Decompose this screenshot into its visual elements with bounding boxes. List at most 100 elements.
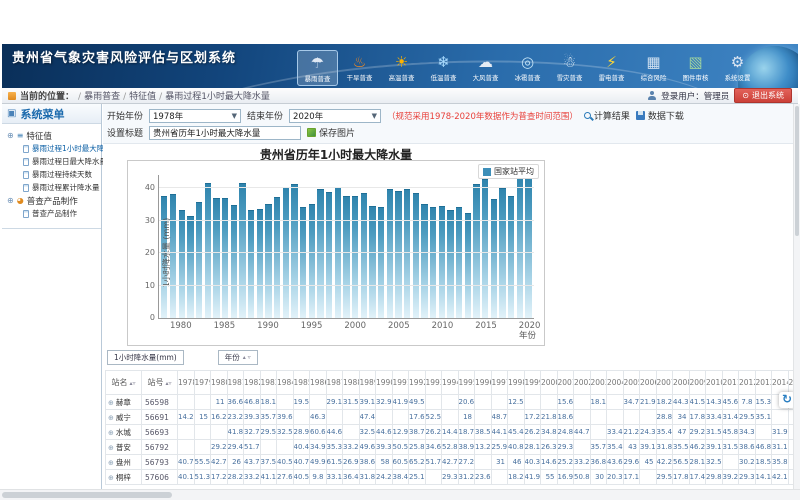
column-header-year[interactable]: 1985 — [293, 371, 310, 395]
value-cell: 21.8 — [541, 410, 558, 425]
save-image-button[interactable]: 保存图片 — [307, 126, 355, 139]
logout-button[interactable]: ⊙ 退出系统 — [734, 88, 792, 103]
sidebar-item[interactable]: 暴雨过程累计降水量 — [4, 181, 99, 194]
sort-icons: ▴▿ — [128, 380, 136, 387]
calc-result-button[interactable]: 计算结果 — [584, 109, 630, 122]
chart-bar — [404, 189, 410, 318]
value-cell: 32.5 — [359, 425, 376, 440]
column-header-year[interactable]: 1998 — [508, 371, 525, 395]
column-header-year[interactable]: 1994 — [442, 371, 459, 395]
collapse-icon[interactable]: ⊕ — [7, 197, 14, 205]
column-header-year[interactable]: 2009 — [689, 371, 706, 395]
column-header-year[interactable]: 1997 — [491, 371, 508, 395]
column-header-year[interactable]: 1983 — [260, 371, 277, 395]
nav-item-雷电普查[interactable]: ⚡雷电普查 — [591, 50, 632, 86]
nav-item-综合风险[interactable]: ▦综合风险 — [633, 50, 674, 86]
column-header-year[interactable]: 1982 — [244, 371, 261, 395]
column-header-year[interactable]: 2006 — [640, 371, 657, 395]
column-header-year[interactable]: 2001 — [557, 371, 574, 395]
start-year-select[interactable]: 1978年 ▼ — [149, 109, 241, 123]
column-header-year[interactable]: 1986 — [310, 371, 327, 395]
sidebar-group-普查产品制作[interactable]: ⊕◕普查产品制作 — [4, 194, 99, 207]
column-header-year[interactable]: 1979 — [194, 371, 211, 395]
column-header-year[interactable]: 1988 — [343, 371, 360, 395]
sidebar-item[interactable]: 暴雨过程1小时最大降水量 — [4, 142, 99, 155]
value-cell — [194, 425, 211, 440]
chart-title-input[interactable] — [149, 126, 301, 140]
nav-item-雪灾普查[interactable]: ☃雪灾普查 — [549, 50, 590, 86]
row-expander-icon[interactable]: ⊕ — [108, 399, 114, 407]
sidebar-item[interactable]: 暴雨过程日最大降水量 — [4, 155, 99, 168]
data-download-button[interactable]: 数据下载 — [636, 109, 684, 122]
column-header-year[interactable]: 1993 — [425, 371, 442, 395]
sidebar-item[interactable]: 暴雨过程持续天数 — [4, 168, 99, 181]
vertical-scrollbar[interactable] — [793, 104, 800, 489]
value-cell — [475, 455, 492, 470]
nav-item-低温普查[interactable]: ❄低温普查 — [423, 50, 464, 86]
data-table-wrapper[interactable]: 站名 ▴▿站号 ▴▿197819791980198119821983198419… — [105, 370, 793, 487]
column-header-year[interactable]: 2012 — [739, 371, 756, 395]
value-cell: 50.8 — [574, 470, 591, 485]
table-filter-row: 1小时降水量(mm) 年份 ▴ ▿ — [107, 350, 258, 365]
value-cell — [590, 425, 607, 440]
column-header-year[interactable]: 2013 — [755, 371, 772, 395]
column-header-year[interactable]: 1984 — [277, 371, 294, 395]
chart-legend[interactable]: 国家站平均 — [478, 164, 539, 179]
column-header-year[interactable]: 1987 — [326, 371, 343, 395]
column-header-year[interactable]: 2003 — [590, 371, 607, 395]
breadcrumb-item[interactable]: 特征值 — [129, 92, 156, 102]
sidebar-item-label: 暴雨过程持续天数 — [32, 169, 92, 180]
sidebar-group-特征值[interactable]: ⊕≡特征值 — [4, 129, 99, 142]
breadcrumb-item[interactable]: 暴雨普查 — [84, 92, 120, 102]
column-header-year[interactable]: 2010 — [706, 371, 723, 395]
nav-item-图件审核[interactable]: ▧图件审核 — [675, 50, 716, 86]
column-header-year[interactable]: 2011 — [722, 371, 739, 395]
column-header-year[interactable]: 1995 — [458, 371, 475, 395]
sidebar-item[interactable]: 普查产品制作 — [4, 207, 99, 220]
row-expander-icon[interactable]: ⊕ — [108, 474, 114, 482]
column-header-year[interactable]: 1999 — [524, 371, 541, 395]
breadcrumb-item[interactable]: 暴雨过程1小时最大降水量 — [165, 92, 270, 102]
nav-item-系统设置[interactable]: ⚙系统设置 — [717, 50, 758, 86]
nav-item-大风普查[interactable]: ☁大风普查 — [465, 50, 506, 86]
column-header-year[interactable]: 1980 — [211, 371, 228, 395]
column-header-year[interactable]: 1989 — [359, 371, 376, 395]
nav-item-高温普查[interactable]: ☀高温普查 — [381, 50, 422, 86]
value-cell: 28.9 — [293, 425, 310, 440]
column-header-year[interactable]: 1978 — [178, 371, 195, 395]
row-expander-icon[interactable]: ⊕ — [108, 459, 114, 467]
column-header-year[interactable]: 2000 — [541, 371, 558, 395]
year-sort-filter[interactable]: 年份 ▴ ▿ — [218, 350, 258, 365]
column-header-year[interactable]: 2005 — [623, 371, 640, 395]
chart-bar — [369, 206, 375, 318]
column-header-year[interactable]: 2014 — [772, 371, 789, 395]
row-expander-icon[interactable]: ⊕ — [108, 414, 114, 422]
column-header-station-id[interactable]: 站号 ▴▿ — [142, 371, 178, 395]
column-header-year[interactable]: 2002 — [574, 371, 591, 395]
horizontal-scrollbar[interactable] — [0, 489, 800, 500]
value-cell: 36.6 — [227, 395, 244, 410]
column-header-year[interactable]: 2007 — [656, 371, 673, 395]
legend-swatch — [483, 168, 491, 176]
row-expander-icon[interactable]: ⊕ — [108, 429, 114, 437]
column-header-station[interactable]: 站名 ▴▿ — [106, 371, 142, 395]
column-header-year[interactable]: 1996 — [475, 371, 492, 395]
column-header-year[interactable]: 1992 — [409, 371, 426, 395]
column-header-year[interactable]: 1991 — [392, 371, 409, 395]
column-header-year[interactable]: 2004 — [607, 371, 624, 395]
nav-item-冰雹普查[interactable]: ◎冰雹普查 — [507, 50, 548, 86]
nav-item-干旱普查[interactable]: ♨干旱普查 — [339, 50, 380, 86]
nav-item-暴雨普查[interactable]: ☂暴雨普查 — [297, 50, 338, 86]
measure-filter[interactable]: 1小时降水量(mm) — [107, 350, 184, 365]
column-header-year[interactable]: 1990 — [376, 371, 393, 395]
collapse-icon[interactable]: ⊕ — [7, 132, 14, 140]
row-expander-icon[interactable]: ⊕ — [108, 444, 114, 452]
horizontal-scrollbar-thumb[interactable] — [2, 492, 172, 498]
table-row: ⊕盘州5679340.755.542.72643.737.540.540.749… — [106, 455, 794, 470]
end-year-select[interactable]: 2020年 ▼ — [289, 109, 381, 123]
column-header-year[interactable]: 1981 — [227, 371, 244, 395]
app-title: 贵州省气象灾害风险评估与区划系统 — [12, 47, 236, 66]
vertical-scrollbar-thumb[interactable] — [795, 106, 799, 236]
value-cell: 44.6 — [376, 425, 393, 440]
column-header-year[interactable]: 2008 — [673, 371, 690, 395]
